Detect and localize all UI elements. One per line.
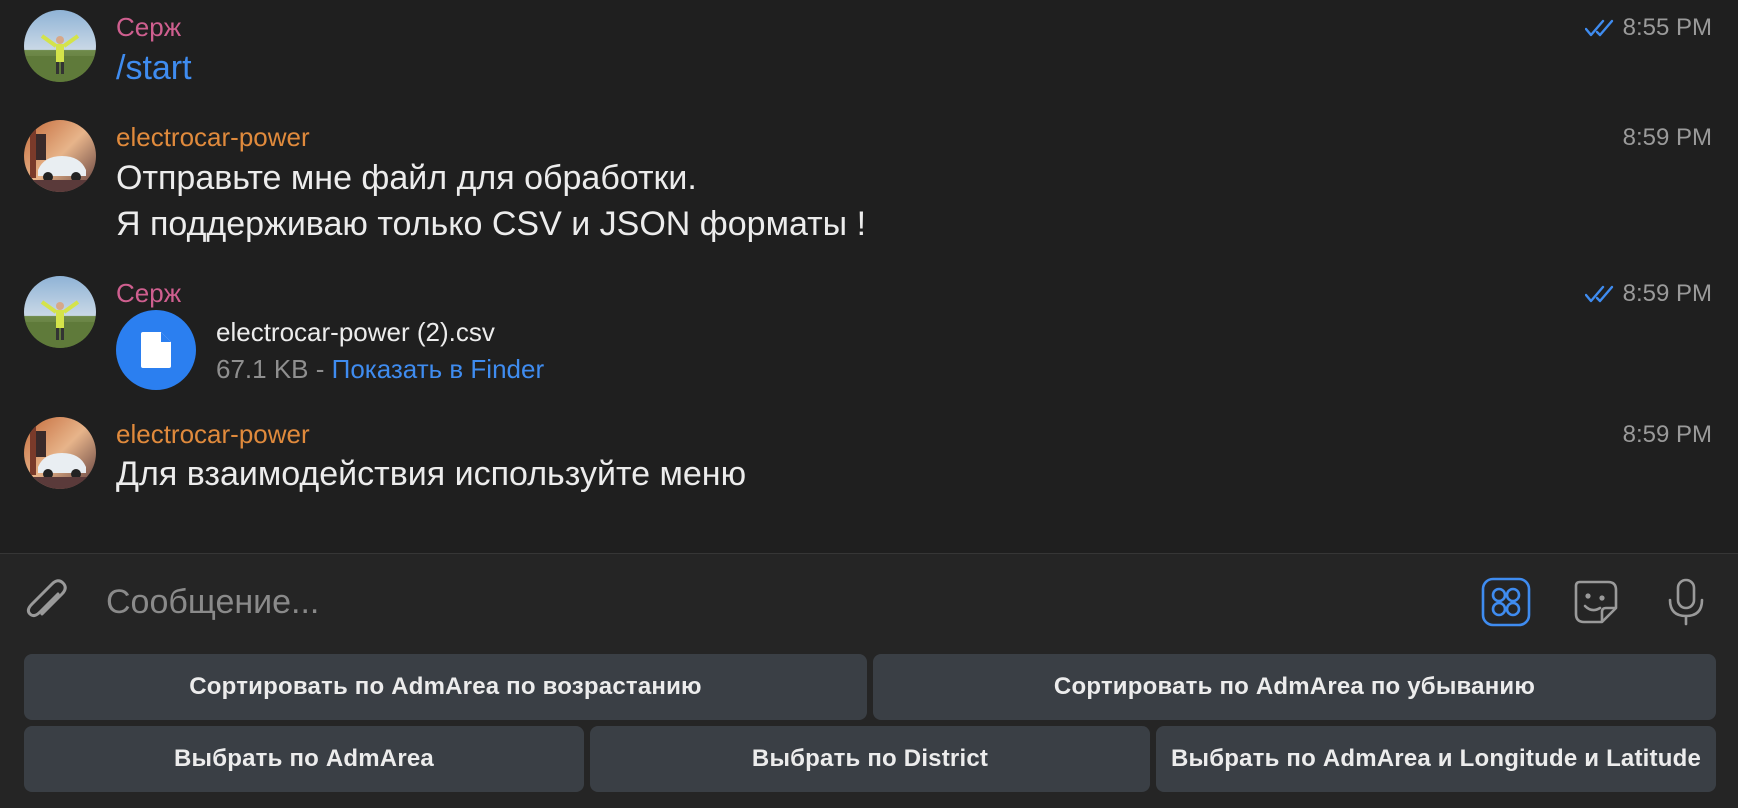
avatar-serzh[interactable]: [24, 276, 96, 348]
keyboard-button-select-admarea[interactable]: Выбрать по AdmArea: [24, 726, 584, 792]
message-time: 8:59 PM: [1623, 123, 1712, 153]
bot-command-link[interactable]: /start: [116, 45, 192, 91]
document-icon: [141, 332, 171, 368]
show-in-finder-link[interactable]: Показать в Finder: [332, 354, 544, 384]
sticker-button[interactable]: [1570, 576, 1622, 628]
avatar-electrocar-power[interactable]: [24, 120, 96, 192]
file-size: 67.1 KB: [216, 354, 309, 384]
keyboard-button-select-admarea-coords[interactable]: Выбрать по AdmArea и Longitude и Latitud…: [1156, 726, 1716, 792]
bot-menu-button[interactable]: [1480, 576, 1532, 628]
file-document-icon[interactable]: [116, 310, 196, 390]
message-text-line: Я поддерживаю только CSV и JSON форматы …: [116, 205, 867, 243]
message-time: 8:59 PM: [1623, 420, 1712, 450]
message-text: Для взаимодействия используйте меню: [116, 455, 747, 493]
avatar-serzh[interactable]: [24, 10, 96, 82]
user-photo: [24, 10, 96, 82]
time-label: 8:59 PM: [1622, 280, 1712, 307]
bot-reply-keyboard: Сортировать по AdmArea по возрастанию Со…: [0, 648, 1738, 808]
user-photo: [24, 276, 96, 348]
double-check-icon: [1584, 285, 1613, 303]
time-label: 8:59 PM: [1622, 124, 1712, 151]
sender-name[interactable]: Серж: [116, 12, 181, 42]
message-time: 8:55 PM: [1584, 13, 1712, 43]
double-check-icon: [1584, 19, 1613, 37]
message-text-line: Отправьте мне файл для обработки.: [116, 159, 697, 197]
bot-photo: [24, 120, 96, 192]
time-label: 8:55 PM: [1622, 14, 1712, 41]
message-input[interactable]: [104, 576, 1408, 628]
file-name[interactable]: electrocar-power (2).csv: [216, 317, 495, 347]
bot-menu-icon: [1481, 577, 1531, 627]
file-meta-separator: -: [308, 354, 332, 384]
message-list[interactable]: Серж 8:55 PM /start electrocar-power 8:5…: [0, 0, 1738, 553]
message-composer: [0, 553, 1738, 649]
sender-name[interactable]: electrocar-power: [116, 122, 310, 152]
keyboard-button-sort-asc[interactable]: Сортировать по AdmArea по возрастанию: [24, 654, 867, 720]
voice-button[interactable]: [1660, 576, 1712, 628]
keyboard-button-select-district[interactable]: Выбрать по District: [590, 726, 1150, 792]
sender-name[interactable]: electrocar-power: [116, 419, 310, 449]
microphone-icon: [1668, 578, 1704, 626]
file-meta: 67.1 KB - Показать в Finder: [216, 354, 544, 384]
message-time: 8:59 PM: [1584, 279, 1712, 309]
sender-name[interactable]: Серж: [116, 278, 181, 308]
keyboard-button-sort-desc[interactable]: Сортировать по AdmArea по убыванию: [873, 654, 1716, 720]
bot-photo: [24, 417, 96, 489]
telegram-chat-window: Серж 8:55 PM /start electrocar-power 8:5…: [0, 0, 1738, 808]
time-label: 8:59 PM: [1622, 421, 1712, 448]
paperclip-icon[interactable]: [22, 576, 70, 628]
sticker-icon: [1574, 580, 1618, 624]
avatar-electrocar-power[interactable]: [24, 417, 96, 489]
